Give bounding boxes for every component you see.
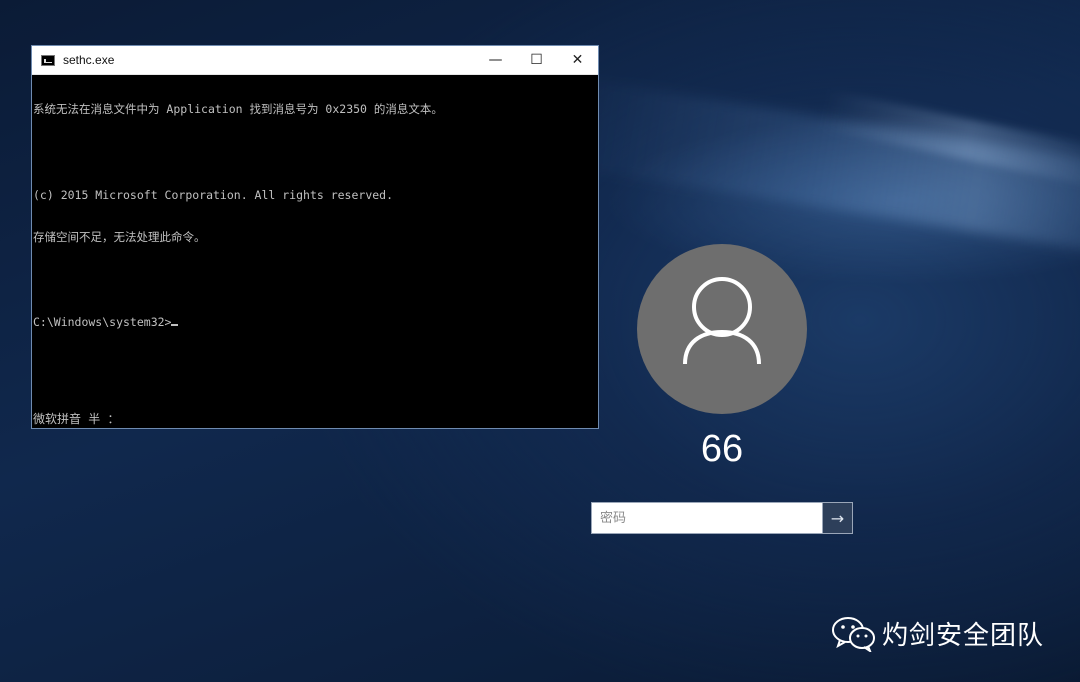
submit-button[interactable]: → [822, 503, 852, 533]
user-avatar [637, 244, 807, 414]
text-cursor [171, 324, 179, 327]
cmd-icon [41, 54, 55, 66]
minimize-button[interactable]: — [475, 46, 516, 74]
cmd-title-bar[interactable]: sethc.exe — ☐ ✕ [32, 46, 598, 75]
username-label: 66 [700, 428, 744, 470]
console-line: 存储空间不足，无法处理此命令。 [33, 230, 206, 245]
user-silhouette-icon [683, 277, 761, 365]
console-line: (c) 2015 Microsoft Corporation. All righ… [33, 187, 394, 202]
console-prompt-line: C:\Windows\system32> [33, 315, 598, 329]
ime-status: 微软拼音 半 ： [33, 412, 120, 426]
close-button[interactable]: ✕ [557, 46, 598, 74]
wechat-icon [831, 616, 875, 652]
window-controls: — ☐ ✕ [475, 46, 598, 74]
console-output[interactable]: 系统无法在消息文件中为 Application 找到消息号为 0x2350 的消… [33, 74, 598, 428]
cmd-window[interactable]: sethc.exe — ☐ ✕ 系统无法在消息文件中为 Application … [31, 45, 599, 429]
window-title: sethc.exe [63, 53, 115, 67]
console-line: 系统无法在消息文件中为 Application 找到消息号为 0x2350 的消… [33, 102, 443, 117]
watermark-text: 灼剑安全团队 [881, 621, 1044, 651]
password-box: → [591, 502, 853, 534]
maximize-button[interactable]: ☐ [516, 46, 557, 74]
console-prompt: C:\Windows\system32> [33, 315, 172, 330]
arrow-right-icon: → [830, 508, 845, 528]
watermark: 灼剑安全团队 [831, 615, 1044, 652]
password-input[interactable] [592, 503, 822, 533]
